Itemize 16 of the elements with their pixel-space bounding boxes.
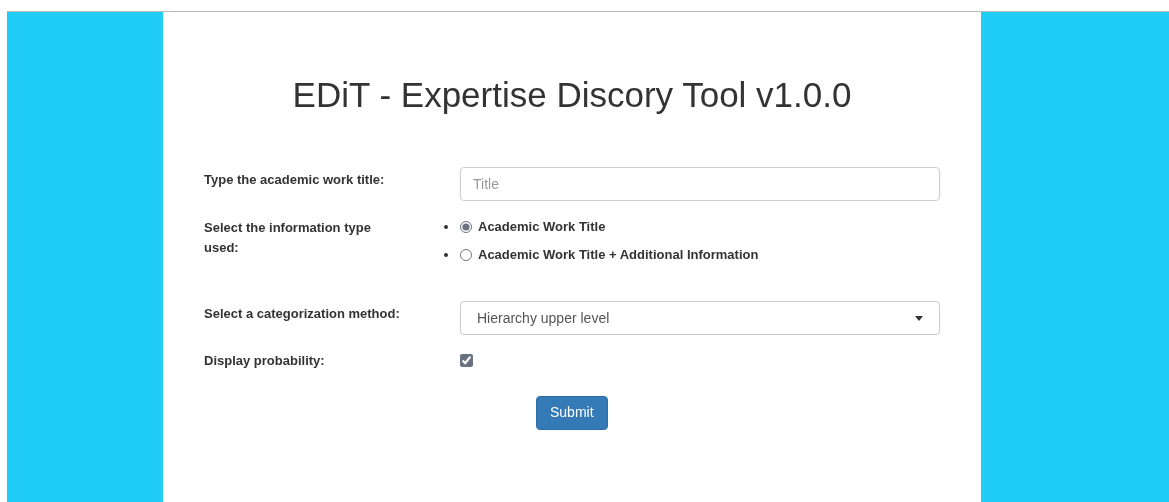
field-label: Type the academic work title: (204, 171, 386, 189)
radio-button[interactable] (460, 221, 472, 233)
field-label: Display probability: (204, 352, 326, 370)
bullet-icon (444, 253, 448, 257)
field-label: Select a categorization method: (204, 305, 401, 323)
option-label: Academic Work Title (478, 218, 606, 236)
field-label: Select the information type used: (204, 219, 372, 257)
option-label: Academic Work Title + Additional Information (478, 246, 759, 264)
method-select[interactable]: Hierarchy upper level (460, 301, 940, 335)
bullet-icon (444, 225, 448, 229)
probability-checkbox[interactable] (460, 354, 473, 368)
submit-button[interactable]: Submit (536, 395, 608, 430)
caret-icon (915, 315, 923, 321)
title-field[interactable]: Title (460, 167, 940, 201)
radio-button[interactable] (460, 249, 472, 261)
page-title: EDiT - Expertise Discory Tool v1.0.0 (291, 75, 853, 115)
